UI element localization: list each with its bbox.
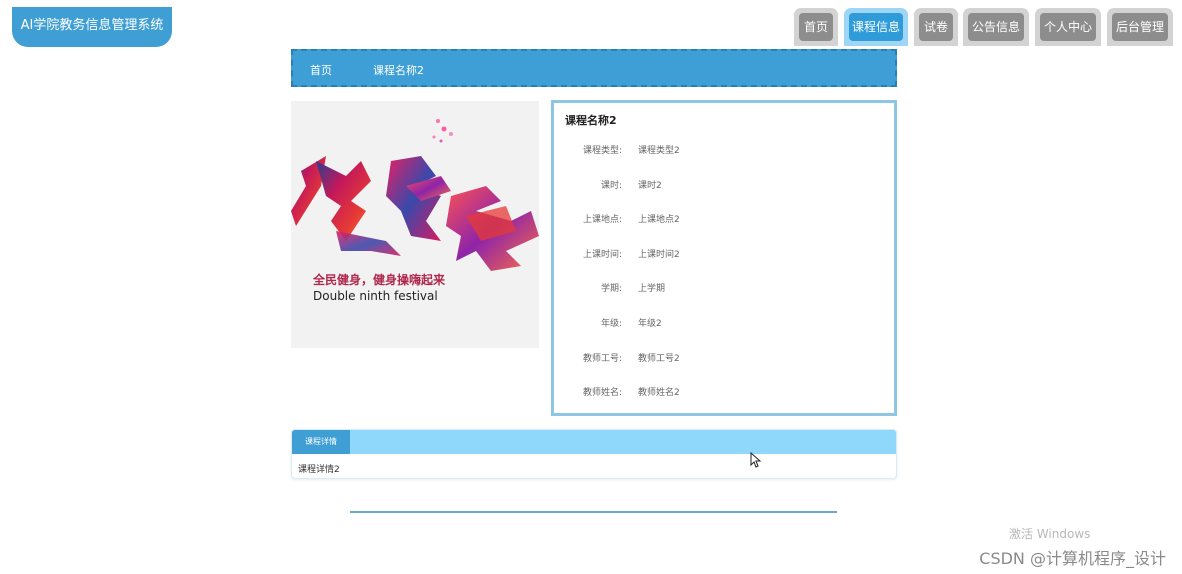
- info-label: 教师工号:: [582, 354, 622, 364]
- info-row-teacher-id: 教师工号: 教师工号2: [554, 351, 894, 367]
- info-label: 教师姓名:: [582, 388, 622, 398]
- info-label: 课程类型:: [582, 146, 622, 156]
- course-image-art: [291, 119, 539, 271]
- info-label: 年级:: [600, 319, 622, 329]
- tab-course-detail[interactable]: 课程详情: [292, 430, 350, 454]
- course-image-slogan: 全民健身，健身操嗨起来: [313, 273, 446, 287]
- course-title: 课程名称2: [565, 114, 617, 127]
- course-info-panel: 课程名称2 课程类型: 课程类型2 课时: 课时2 上课地点: 上课地点2 上课…: [551, 100, 897, 416]
- nav-course-info[interactable]: 课程信息: [844, 8, 908, 46]
- info-value: 上学期: [638, 284, 666, 294]
- course-detail-content: 课程详情2: [298, 465, 340, 475]
- course-image-subtitle: Double ninth festival: [313, 289, 438, 303]
- info-label: 上课时间:: [582, 250, 622, 260]
- info-row-course-type: 课程类型: 课程类型2: [554, 143, 894, 159]
- site-logo[interactable]: AI学院教务信息管理系统: [12, 7, 172, 47]
- nav-home-label: 首页: [799, 13, 833, 41]
- csdn-watermark: CSDN @计算机程序_设计: [979, 549, 1166, 568]
- nav-course-info-label: 课程信息: [849, 13, 903, 41]
- course-detail-panel: 课程详情 课程详情2: [291, 429, 897, 479]
- info-label: 上课地点:: [582, 215, 622, 225]
- info-value: 上课地点2: [638, 215, 680, 225]
- course-detail-header: 课程详情: [292, 430, 896, 454]
- info-row-semester: 学期: 上学期: [554, 281, 894, 297]
- info-value: 教师姓名2: [638, 388, 680, 398]
- nav-announcements[interactable]: 公告信息: [963, 8, 1029, 46]
- info-row-grade: 年级: 年级2: [554, 316, 894, 332]
- info-label: 课时:: [600, 181, 622, 191]
- nav-admin-label: 后台管理: [1112, 13, 1168, 41]
- nav-home[interactable]: 首页: [794, 8, 838, 46]
- info-value: 教师工号2: [638, 354, 680, 364]
- breadcrumb-home[interactable]: 首页: [310, 62, 332, 78]
- nav-announcements-label: 公告信息: [968, 13, 1024, 41]
- nav-exam-papers[interactable]: 试卷: [914, 8, 958, 46]
- mouse-cursor-icon: [750, 452, 762, 468]
- windows-activation-watermark: 激活 Windows: [1009, 527, 1091, 541]
- nav-personal-center-label: 个人中心: [1040, 13, 1096, 41]
- breadcrumb: 首页 课程名称2: [291, 49, 897, 87]
- nav-admin[interactable]: 后台管理: [1107, 8, 1173, 46]
- info-label: 学期:: [600, 284, 622, 294]
- info-value: 上课时间2: [638, 250, 680, 260]
- breadcrumb-current: 课程名称2: [373, 64, 424, 77]
- info-row-location: 上课地点: 上课地点2: [554, 212, 894, 228]
- info-row-class-hours: 课时: 课时2: [554, 178, 894, 194]
- top-nav: 首页 课程信息 试卷 公告信息 个人中心 后台管理: [794, 8, 1174, 46]
- course-image: 全民健身，健身操嗨起来 Double ninth festival: [291, 101, 539, 348]
- nav-exam-papers-label: 试卷: [919, 13, 953, 41]
- info-value: 年级2: [638, 319, 662, 329]
- info-row-teacher-name: 教师姓名: 教师姓名2: [554, 385, 894, 401]
- info-value: 课程类型2: [638, 146, 680, 156]
- nav-personal-center[interactable]: 个人中心: [1035, 8, 1101, 46]
- info-row-class-time: 上课时间: 上课时间2: [554, 247, 894, 263]
- footer-divider: [350, 511, 837, 513]
- info-value: 课时2: [638, 181, 662, 191]
